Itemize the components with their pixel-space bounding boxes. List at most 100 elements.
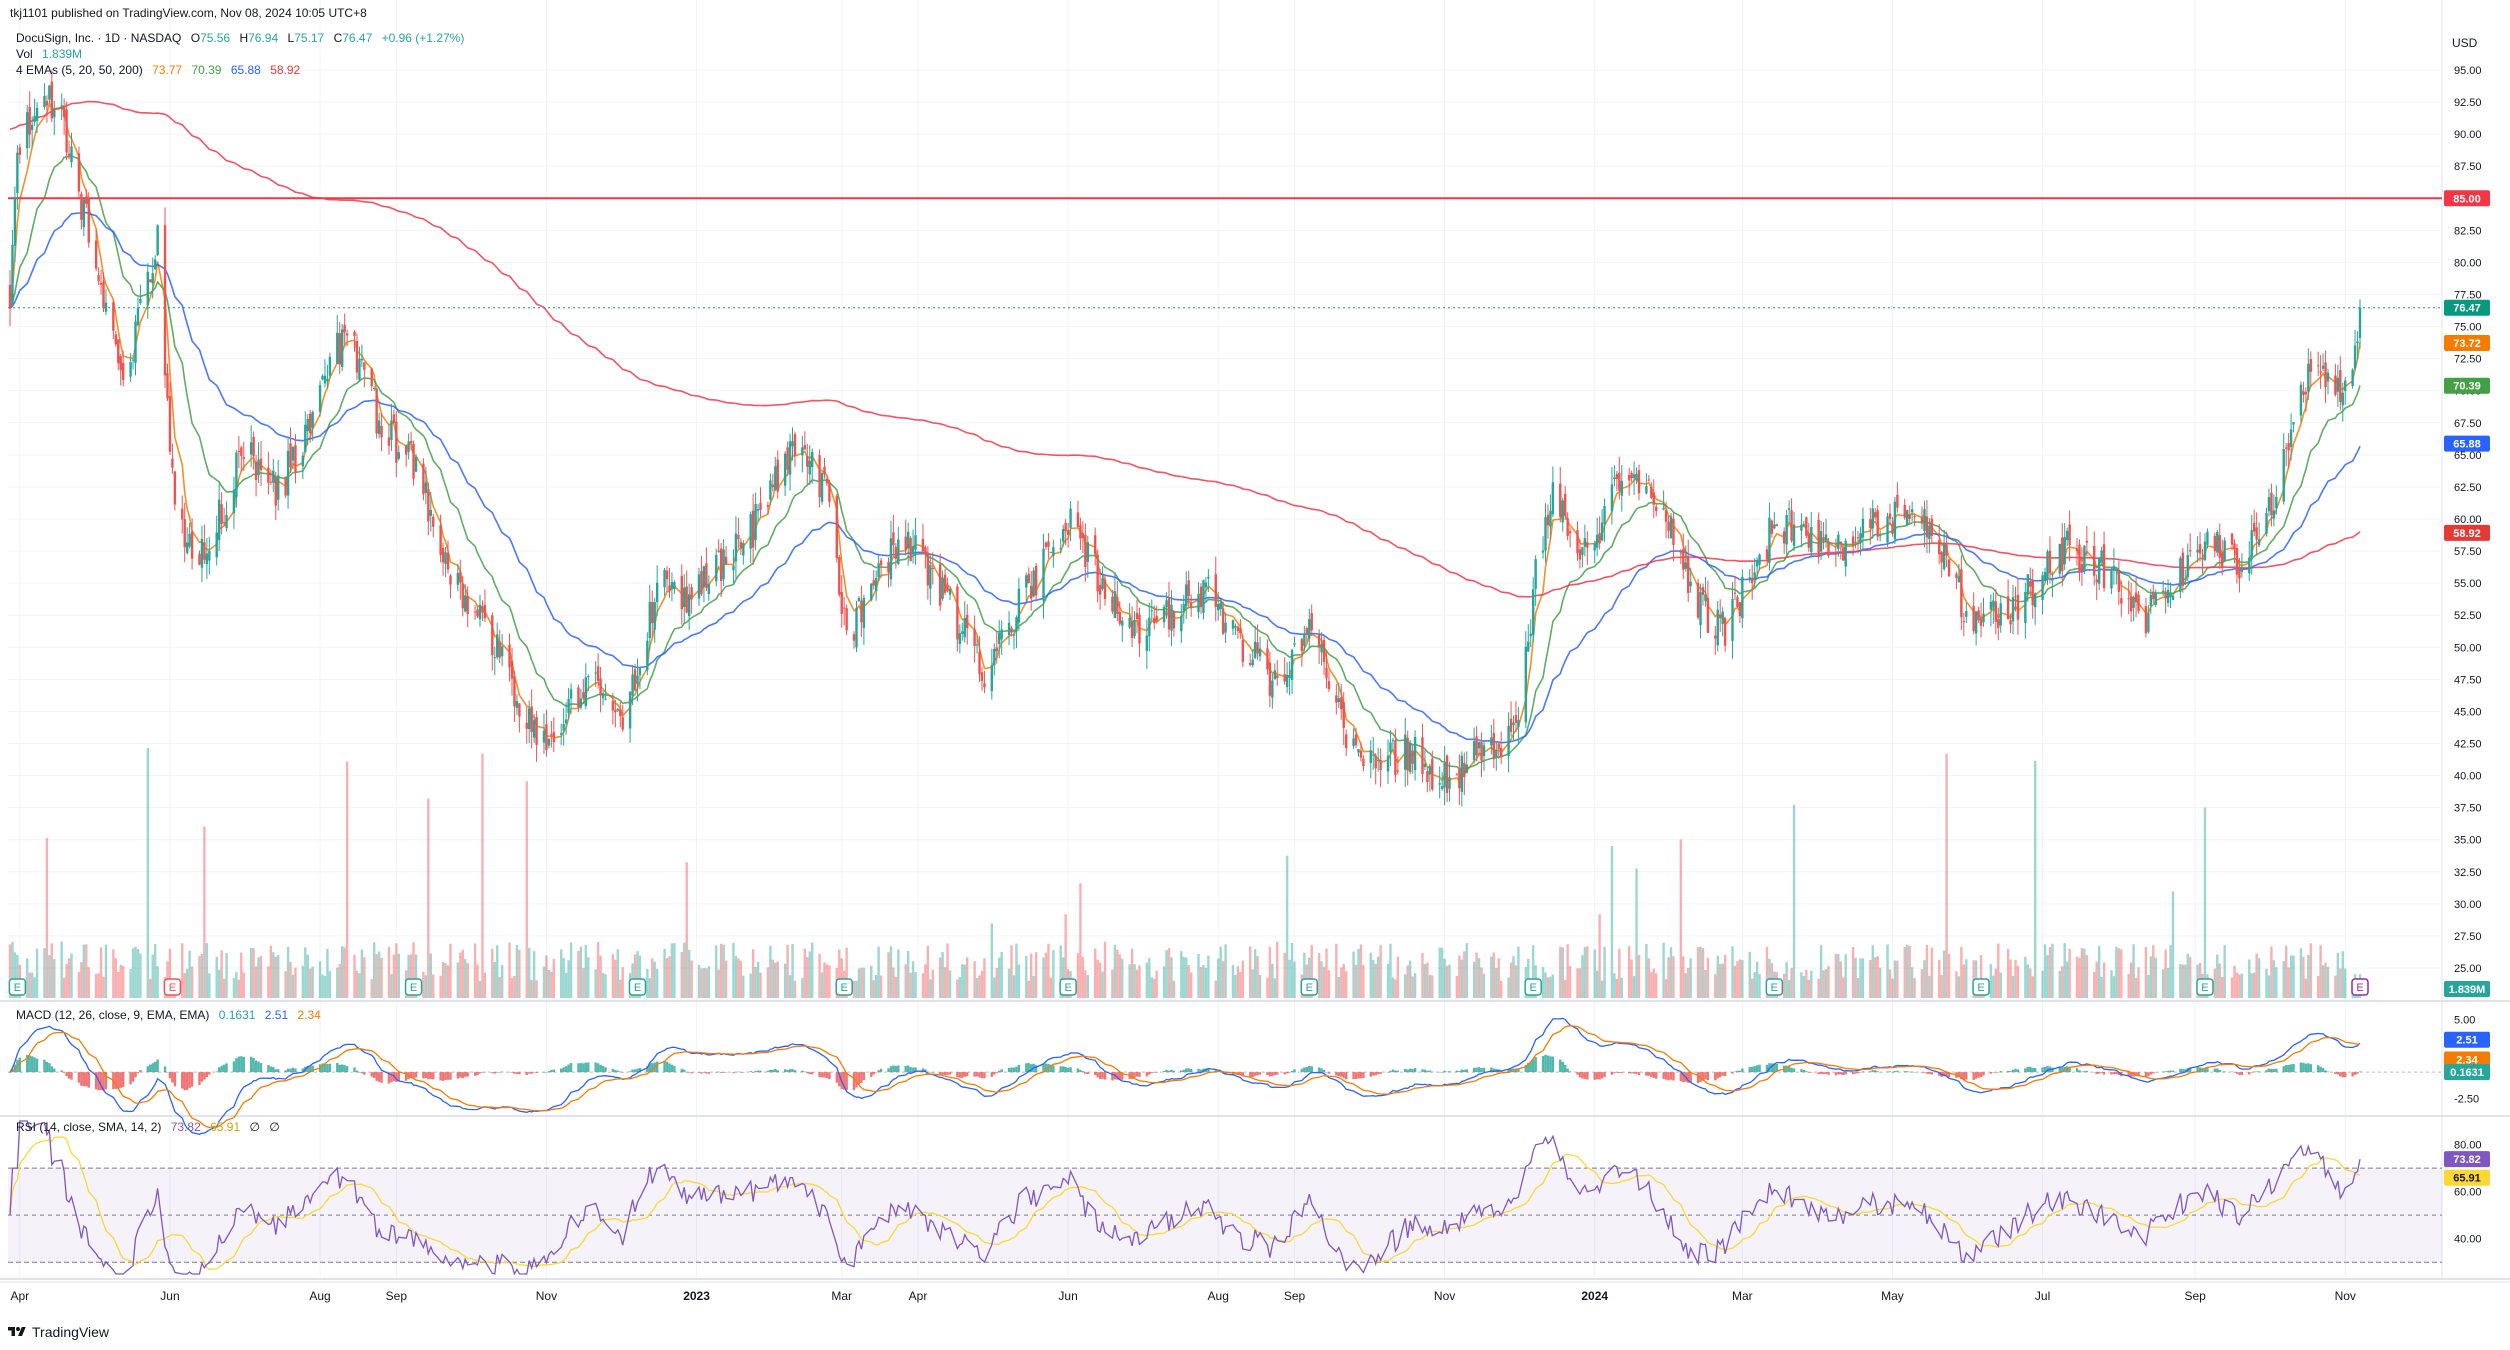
earnings-marker[interactable]: E <box>1972 978 1990 996</box>
candle-body <box>136 307 140 326</box>
chart-canvas[interactable]: E E E E E E E E E E E E 95.0092.5090.0087.5085.0082… <box>0 0 2510 1350</box>
candle-body <box>190 531 194 559</box>
volume-bar <box>2075 956 2079 998</box>
volume-bar <box>1391 977 1395 998</box>
volume-bar <box>1288 959 1291 998</box>
candle-body <box>498 641 501 658</box>
volume-bar <box>1595 970 1599 998</box>
volume-bar <box>311 966 314 998</box>
macd-histogram-bar <box>390 1072 393 1083</box>
candle-body <box>550 734 553 736</box>
candle-body <box>1219 602 1222 610</box>
candle-body <box>2169 592 2172 598</box>
volume-bar <box>360 949 364 998</box>
macd-histogram-bar <box>1551 1056 1555 1073</box>
volume-bar <box>1379 945 1382 998</box>
macd-histogram-bar <box>1359 1072 1363 1079</box>
time-axis[interactable]: Apr Jun Aug Sep Nov 2023 Mar Apr Jun Aug Sep Nov 202… <box>10 1289 2355 1303</box>
candle-body <box>1748 577 1751 580</box>
macd-histogram-bar <box>2267 1068 2271 1073</box>
earnings-marker[interactable]: E <box>1765 978 1784 996</box>
candle-body <box>1241 639 1245 662</box>
macd-histogram-bar <box>1251 1072 1254 1078</box>
macd-histogram-bar <box>242 1056 245 1073</box>
candle-body <box>112 302 115 331</box>
volume-bar <box>1696 946 1700 998</box>
macd-histogram-bar <box>134 1072 137 1078</box>
macd-histogram-bar <box>432 1072 435 1080</box>
earnings-marker[interactable]: E <box>1059 978 1077 996</box>
earnings-marker[interactable]: E <box>835 978 853 996</box>
symbol-legend-row[interactable]: DocuSign, Inc. · 1D · NASDAQ O75.56 H76.… <box>16 30 464 46</box>
tradingview-brand[interactable]: TradingView <box>8 1324 109 1340</box>
volume-bar <box>225 952 228 998</box>
volume-bar <box>2304 978 2308 998</box>
macd-legend[interactable]: MACD (12, 26, close, 9, EMA, EMA) 0.1631… <box>16 1008 321 1022</box>
volume-bar <box>33 977 36 998</box>
volume-bar <box>200 953 204 998</box>
volume-bar <box>990 923 994 998</box>
ema20-line <box>9 154 2361 770</box>
earnings-marker[interactable]: E <box>2351 978 2369 996</box>
volume-bar <box>1630 959 1633 998</box>
currency-label[interactable]: USD <box>2452 36 2477 50</box>
earnings-marker[interactable]: E <box>404 978 423 996</box>
macd-histogram-bar <box>828 1072 831 1080</box>
volume-badge-label: 1.839M <box>2449 984 2486 996</box>
volume-bar <box>35 948 39 998</box>
candle-body <box>1362 758 1365 767</box>
volume-bar <box>1679 839 1683 998</box>
candle-body <box>1374 755 1377 769</box>
candle-body <box>1145 635 1149 651</box>
candle-body <box>973 629 976 647</box>
volume-bar <box>690 960 693 998</box>
candle-body <box>1148 617 1151 637</box>
volume-bar <box>1492 952 1496 998</box>
volume-bar <box>377 951 381 998</box>
horizontal-line-85[interactable] <box>8 197 2442 309</box>
macd-histogram-bar <box>1305 1066 1309 1073</box>
candle-body <box>2117 571 2121 592</box>
volume-legend-row[interactable]: Vol 1.839M <box>16 46 464 62</box>
candle-body <box>171 458 174 468</box>
volume-bar <box>1207 955 1210 998</box>
candle-body <box>993 648 996 666</box>
macd-histogram-bar <box>1317 1067 1321 1073</box>
rsi-legend[interactable]: RSI (14, close, SMA, 14, 2) 73.82 65.91 … <box>16 1120 280 1134</box>
main-legend[interactable]: DocuSign, Inc. · 1D · NASDAQ O75.56 H76.… <box>16 30 464 78</box>
candle-body <box>338 333 341 365</box>
candle-body <box>464 595 467 612</box>
earnings-marker[interactable]: E <box>628 978 647 996</box>
candle-body <box>754 503 757 541</box>
earnings-marker[interactable]: E <box>1524 978 1542 996</box>
candle-body <box>931 567 934 569</box>
earnings-marker[interactable]: E <box>1300 978 1319 996</box>
candle-body <box>1930 518 1934 536</box>
macd-histogram-bar <box>2213 1068 2217 1073</box>
candle-body <box>1047 541 1050 547</box>
macd-histogram-bar <box>1059 1066 1062 1073</box>
macd-histogram-bar <box>1344 1072 1348 1080</box>
macd-histogram-bar <box>983 1072 986 1079</box>
volume-bar <box>2115 946 2118 998</box>
ema-legend-row[interactable]: 4 EMAs (5, 20, 50, 200) 73.77 70.39 65.8… <box>16 62 464 78</box>
candle-body <box>1851 536 1855 546</box>
earnings-marker[interactable]: E <box>2196 978 2214 996</box>
macd-histogram-bar <box>1025 1063 1028 1073</box>
earnings-marker[interactable]: E <box>163 978 182 996</box>
macd-histogram-bar <box>1541 1056 1545 1073</box>
macd-histogram-bar <box>2299 1062 2303 1073</box>
volume-bar <box>1340 967 1343 998</box>
volume-bar <box>1199 966 1203 998</box>
candle-body <box>456 573 460 585</box>
volume-bar <box>1047 943 1050 998</box>
earnings-marker[interactable]: E <box>8 978 27 996</box>
candle-body <box>653 602 656 630</box>
candle-body <box>636 675 639 684</box>
price-axis[interactable]: 95.0092.5090.0087.5085.0082.5080.0077.50… <box>2444 65 2490 1246</box>
volume-bar <box>1758 974 1761 998</box>
volume-bar <box>599 955 602 998</box>
volume-bar <box>1802 976 1806 998</box>
candle-body <box>1273 670 1277 680</box>
volume-bar <box>2014 959 2017 998</box>
